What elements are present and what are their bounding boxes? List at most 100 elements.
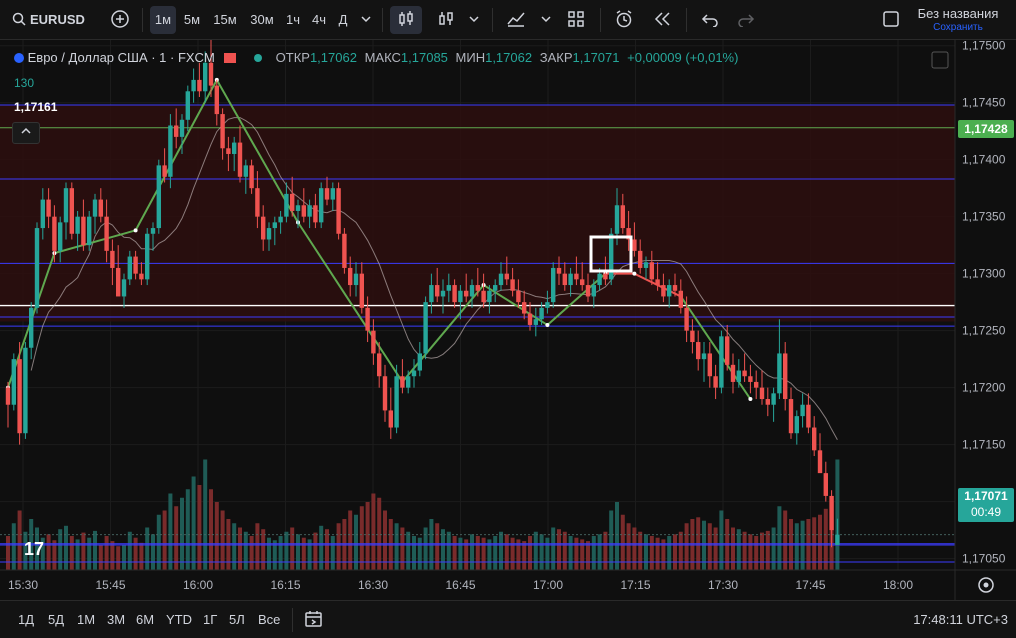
add-circle-icon xyxy=(111,10,129,28)
range-5Л[interactable]: 5Л xyxy=(229,610,245,630)
volume-bar xyxy=(406,531,411,570)
price-tick-label: 1,17150 xyxy=(962,438,1006,452)
candle-body xyxy=(823,473,828,496)
interval-1м[interactable]: 1м xyxy=(150,6,176,34)
volume-bar xyxy=(151,534,155,570)
candle-body xyxy=(301,205,306,217)
chart-canvas[interactable]: 1,17500 1,17450 1,17400 1,17350 1,17300 1,172… xyxy=(0,40,1016,600)
symbol-search-button[interactable]: EURUSD xyxy=(6,6,90,34)
indicators-button[interactable] xyxy=(502,6,530,34)
candle[interactable] xyxy=(23,342,28,439)
candles-style-button[interactable] xyxy=(390,6,422,34)
collapse-legend-button[interactable] xyxy=(12,122,40,144)
bar-style-button[interactable] xyxy=(432,6,460,34)
candle[interactable] xyxy=(336,182,341,240)
save-link[interactable]: Сохранить xyxy=(906,22,1010,34)
instrument-name[interactable]: Евро / Доллар США · 1 · FXCM xyxy=(28,50,215,65)
volume-bar xyxy=(771,527,776,570)
flag-icon xyxy=(14,53,24,63)
range-5Д[interactable]: 5Д xyxy=(48,610,64,630)
level-value: 1,17161 xyxy=(14,100,58,114)
tradingview-logo: 17 xyxy=(24,539,44,559)
volume-bar xyxy=(238,527,242,570)
range-1М[interactable]: 1М xyxy=(77,610,95,630)
volume-bar xyxy=(232,523,237,570)
replay-button[interactable] xyxy=(648,6,676,34)
volume-bar xyxy=(742,531,747,570)
volume-bar xyxy=(290,527,295,570)
volume-bar xyxy=(632,527,637,570)
volume-bar xyxy=(197,485,202,570)
volume-bar xyxy=(267,537,271,570)
candle[interactable] xyxy=(551,262,556,308)
volume-bar xyxy=(765,530,770,570)
candle[interactable] xyxy=(423,296,428,360)
candle-body xyxy=(237,142,243,177)
candle-body xyxy=(754,381,759,388)
candle[interactable] xyxy=(87,210,92,251)
candle-body xyxy=(156,165,161,229)
candle[interactable] xyxy=(719,330,724,394)
candle[interactable] xyxy=(11,353,16,411)
volume-bar xyxy=(760,532,764,570)
low-value: 1,17062 xyxy=(485,50,533,65)
flag-marker-icon[interactable] xyxy=(224,53,237,63)
alert-button[interactable] xyxy=(610,6,638,34)
volume-bar xyxy=(481,537,486,570)
interval-30м[interactable]: 30м xyxy=(246,6,278,34)
interval-5м[interactable]: 5м xyxy=(178,6,206,34)
time-tick-label: 15:45 xyxy=(95,578,125,592)
candle[interactable] xyxy=(342,228,347,274)
redo-button[interactable] xyxy=(732,6,760,34)
candle[interactable] xyxy=(156,159,161,234)
range-YTD[interactable]: YTD xyxy=(166,610,192,630)
alarm-clock-icon xyxy=(616,10,632,28)
candle[interactable] xyxy=(69,182,74,240)
clock-display[interactable]: 17:48:11 UTC+3 xyxy=(913,610,1008,630)
candle-body xyxy=(522,302,527,314)
time-tick-label: 17:00 xyxy=(533,578,563,592)
toolbar-separator xyxy=(382,8,383,32)
candle[interactable] xyxy=(34,222,40,314)
candle-body xyxy=(620,205,625,229)
volume-bar xyxy=(162,510,167,570)
indicators-dropdown[interactable] xyxy=(536,6,556,34)
interval-4ч[interactable]: 4ч xyxy=(308,6,330,34)
candle-body xyxy=(580,279,585,286)
high-value: 1,17085 xyxy=(400,50,448,65)
goto-date-button[interactable] xyxy=(304,610,324,630)
candle-body xyxy=(307,205,312,217)
candle-body xyxy=(435,285,440,297)
volume-bar xyxy=(203,459,208,570)
range-1Д[interactable]: 1Д xyxy=(18,610,34,630)
candle[interactable] xyxy=(145,228,150,286)
close-value: 1,17071 xyxy=(572,50,620,65)
undo-button[interactable] xyxy=(696,6,724,34)
layout-checkbox[interactable] xyxy=(878,6,904,34)
candle[interactable] xyxy=(319,182,324,229)
layout-name-button[interactable]: Без названия Сохранить xyxy=(906,6,1010,36)
range-Все[interactable]: Все xyxy=(258,610,280,630)
volume-bar xyxy=(6,536,10,570)
layouts-button[interactable] xyxy=(562,6,590,34)
compare-symbol-button[interactable] xyxy=(106,6,134,34)
volume-bar xyxy=(359,506,364,570)
candle-body xyxy=(75,216,80,234)
price-tick-label: 1,17250 xyxy=(962,324,1006,338)
range-3М[interactable]: 3М xyxy=(107,610,125,630)
price-axis[interactable]: 1,17500 1,17450 1,17400 1,17350 1,17300 1,172… xyxy=(962,40,1006,566)
interval-15м[interactable]: 15м xyxy=(208,6,242,34)
candle-body xyxy=(191,79,196,92)
interval-Д[interactable]: Д xyxy=(334,6,352,34)
chart-style-dropdown[interactable] xyxy=(464,6,484,34)
interval-1ч[interactable]: 1ч xyxy=(282,6,304,34)
range-1Г[interactable]: 1Г xyxy=(203,610,217,630)
candle-body xyxy=(719,336,724,388)
open-label: ОТКР xyxy=(275,50,310,65)
volume-bar xyxy=(562,531,567,570)
volume-bar xyxy=(707,523,712,570)
change-value: +0,00009 (+0,01%) xyxy=(627,50,739,65)
range-6М[interactable]: 6М xyxy=(136,610,154,630)
intervals-dropdown-button[interactable] xyxy=(356,6,376,34)
zigzag-point xyxy=(545,322,550,327)
